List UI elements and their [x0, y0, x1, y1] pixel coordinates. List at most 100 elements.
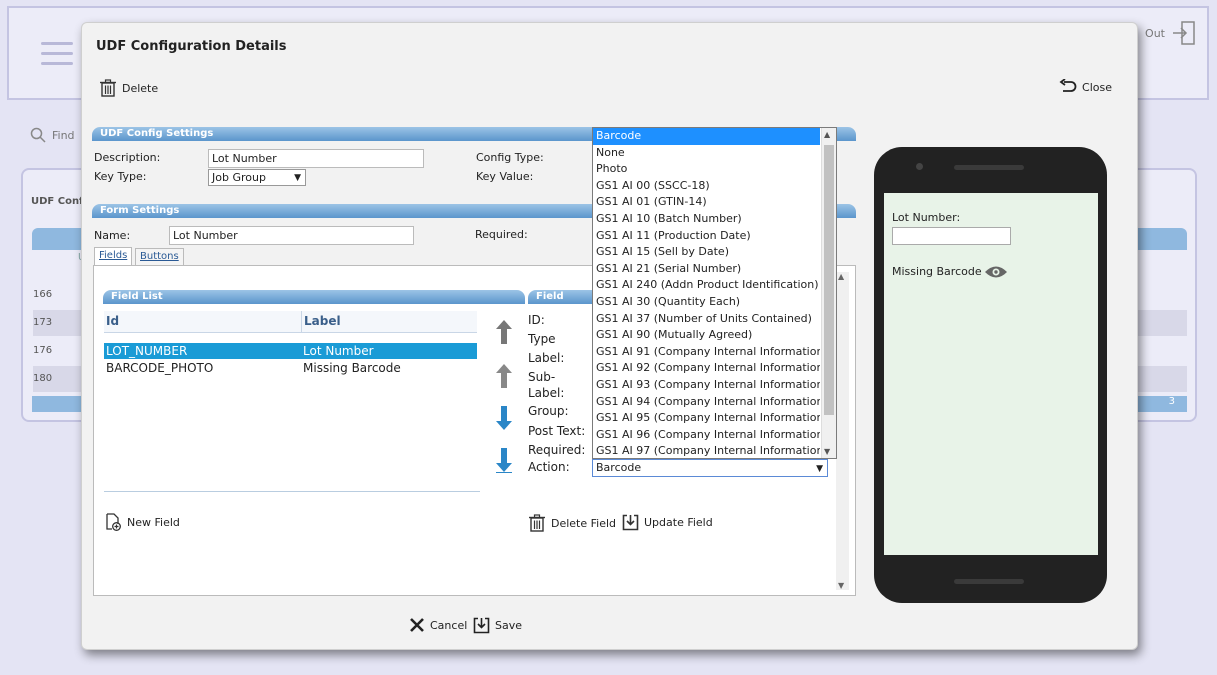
field-list-col-id[interactable]: Id	[104, 311, 301, 333]
sign-out-label: Out	[1145, 26, 1165, 40]
delete-button[interactable]: Delete	[99, 79, 158, 97]
field-action-label: Action:	[528, 460, 570, 474]
sign-out-icon	[1173, 21, 1195, 45]
preview-missing-barcode-label: Missing Barcode	[892, 265, 982, 278]
save-arrow-icon	[622, 514, 639, 531]
dropdown-option[interactable]: GS1 AI 93 (Company Internal Information)	[593, 377, 820, 394]
preview-lot-number-input[interactable]	[892, 227, 1011, 245]
field-sublabel-label-1: Sub-	[528, 370, 556, 384]
update-field-label: Update Field	[644, 516, 713, 529]
cancel-button[interactable]: Cancel	[409, 617, 467, 633]
new-field-button[interactable]: New Field	[104, 513, 180, 531]
tab-content-scrollbar[interactable]: ▲ ▼	[836, 272, 849, 590]
action-select[interactable]: Barcode ▼	[592, 459, 828, 477]
dropdown-option[interactable]: GS1 AI 94 (Company Internal Information)	[593, 394, 820, 411]
find-label: Find	[52, 128, 75, 142]
trash-icon	[529, 514, 545, 532]
dropdown-option[interactable]: GS1 AI 37 (Number of Units Contained)	[593, 311, 820, 328]
scroll-down-icon[interactable]: ▼	[838, 581, 844, 590]
update-field-button[interactable]: Update Field	[622, 514, 713, 531]
field-post-text-label: Post Text:	[528, 424, 586, 438]
scroll-up-icon[interactable]: ▲	[838, 272, 844, 281]
background-panel-title: UDF Conf	[31, 196, 84, 207]
dropdown-arrow-icon: ▼	[816, 464, 823, 474]
dropdown-option[interactable]: GS1 AI 11 (Production Date)	[593, 228, 820, 245]
field-id-label: ID:	[528, 313, 545, 327]
required-label: Required:	[475, 228, 528, 241]
modal-title: UDF Configuration Details	[96, 39, 287, 54]
dropdown-option[interactable]: GS1 AI 10 (Batch Number)	[593, 211, 820, 228]
dropdown-option[interactable]: GS1 AI 21 (Serial Number)	[593, 261, 820, 278]
move-top-arrow-icon[interactable]	[494, 319, 514, 345]
dropdown-option[interactable]: GS1 AI 15 (Sell by Date)	[593, 244, 820, 261]
dropdown-arrow-icon: ▼	[294, 173, 301, 183]
search-icon	[30, 127, 46, 143]
key-type-label: Key Type:	[94, 170, 147, 183]
key-value-label: Key Value:	[476, 170, 534, 183]
new-document-icon	[106, 513, 121, 531]
phone-speaker	[954, 165, 1024, 170]
move-up-arrow-icon[interactable]	[494, 363, 514, 389]
action-dropdown-list[interactable]: Barcode None Photo GS1 AI 00 (SSCC-18) GS1 A…	[592, 127, 837, 459]
config-type-label: Config Type:	[476, 151, 544, 164]
field-group-label: Group:	[528, 404, 569, 418]
dropdown-option[interactable]: GS1 AI 95 (Company Internal Information)	[593, 410, 820, 427]
field-details-header: Field Detail	[528, 290, 598, 316]
move-down-arrow-icon[interactable]	[494, 405, 514, 431]
description-label: Description:	[94, 151, 161, 164]
dropdown-option[interactable]: None	[593, 145, 820, 162]
dropdown-option[interactable]: GS1 AI 90 (Mutually Agreed)	[593, 327, 820, 344]
dropdown-scroll-thumb[interactable]	[824, 145, 834, 415]
phone-preview: Lot Number: Missing Barcode	[874, 147, 1107, 603]
description-input[interactable]	[208, 149, 424, 168]
name-input[interactable]	[169, 226, 414, 245]
save-button[interactable]: Save	[473, 617, 522, 634]
dropdown-option[interactable]: GS1 AI 240 (Addn Product Identification)	[593, 277, 820, 294]
tab-buttons[interactable]: Buttons	[135, 248, 184, 266]
name-label: Name:	[94, 229, 131, 242]
dropdown-scrollbar[interactable]: ▲ ▼	[821, 128, 836, 458]
phone-home-bar	[954, 579, 1024, 584]
action-select-value: Barcode	[596, 461, 642, 474]
close-label: Close	[1082, 80, 1112, 94]
save-arrow-icon	[473, 617, 490, 634]
close-button[interactable]: Close	[1059, 79, 1112, 95]
eye-icon[interactable]	[984, 264, 1008, 280]
field-list-row-label[interactable]: Missing Barcode	[301, 360, 477, 376]
dropdown-option[interactable]: Barcode	[593, 128, 820, 145]
move-bottom-arrow-icon[interactable]	[494, 447, 514, 473]
field-list-divider	[104, 491, 480, 492]
find-button[interactable]: Find	[30, 127, 75, 143]
scroll-up-icon[interactable]: ▲	[824, 130, 830, 139]
scroll-down-icon[interactable]: ▼	[824, 447, 830, 456]
close-x-icon	[410, 618, 424, 632]
dropdown-option[interactable]: GS1 AI 91 (Company Internal Information)	[593, 344, 820, 361]
field-sublabel-label-2: Label:	[528, 386, 565, 400]
dropdown-option[interactable]: GS1 AI 01 (GTIN-14)	[593, 194, 820, 211]
key-type-select[interactable]: Job Group ▼	[208, 169, 306, 186]
field-list-row-label[interactable]: Lot Number	[301, 343, 477, 359]
tab-fields[interactable]: Fields	[94, 247, 133, 266]
field-list-col-label[interactable]: Label	[301, 311, 477, 333]
sign-out-button[interactable]: Out	[1145, 20, 1197, 46]
dropdown-option[interactable]: GS1 AI 00 (SSCC-18)	[593, 178, 820, 195]
trash-icon	[100, 79, 116, 97]
delete-field-label: Delete Field	[551, 516, 617, 530]
udf-config-modal: UDF Configuration Details Delete Close U…	[81, 22, 1138, 650]
field-list-header: Field List	[103, 290, 525, 304]
dropdown-option[interactable]: Photo	[593, 161, 820, 178]
new-field-label: New Field	[127, 515, 180, 529]
save-label: Save	[495, 619, 523, 632]
field-list-row-id[interactable]: BARCODE_PHOTO	[104, 360, 301, 376]
delete-field-button[interactable]: Delete Field	[528, 514, 616, 532]
dropdown-option[interactable]: GS1 AI 30 (Quantity Each)	[593, 294, 820, 311]
hamburger-menu-icon[interactable]	[41, 42, 73, 72]
dropdown-option[interactable]: GS1 AI 97 (Company Internal Information)	[593, 443, 820, 458]
dropdown-option[interactable]: GS1 AI 96 (Company Internal Information)	[593, 427, 820, 444]
field-list-row-id[interactable]: LOT_NUMBER	[104, 343, 301, 359]
field-label-label: Label:	[528, 351, 565, 365]
preview-lot-number-label: Lot Number:	[892, 211, 961, 224]
field-required-label: Required:	[528, 443, 586, 457]
phone-screen: Lot Number: Missing Barcode	[884, 193, 1098, 555]
dropdown-option[interactable]: GS1 AI 92 (Company Internal Information)	[593, 360, 820, 377]
